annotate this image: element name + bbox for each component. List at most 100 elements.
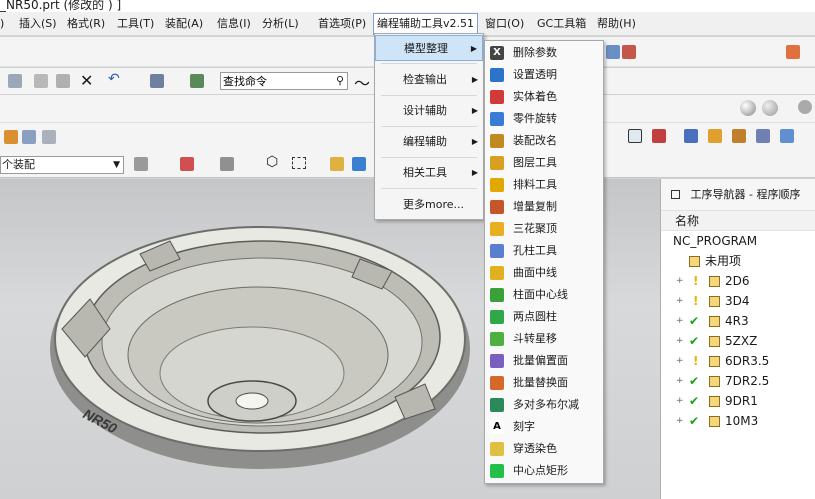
assembly-tool-3-icon[interactable] <box>42 130 56 144</box>
tree-row[interactable]: + ✔ 10M3 <box>661 411 815 431</box>
submenu-item[interactable]: 排料工具 <box>485 174 603 196</box>
program-folder-icon <box>709 316 720 327</box>
command-search[interactable]: ⚲ <box>220 72 348 90</box>
dropdown-item[interactable]: 检查输出 ▶ <box>375 67 483 93</box>
tree-row[interactable]: + ✔ 7DR2.5 <box>661 371 815 391</box>
dropdown-item[interactable]: 编程辅助 ▶ <box>375 129 483 155</box>
dropdown-item[interactable]: 设计辅助 ▶ <box>375 98 483 124</box>
wcs-icon[interactable] <box>628 129 642 143</box>
csys-icon[interactable] <box>684 129 698 143</box>
submenu-item[interactable]: 三花聚顶 <box>485 218 603 240</box>
command-search-input[interactable] <box>221 73 329 89</box>
submenu-item[interactable]: 装配改名 <box>485 130 603 152</box>
hexagon-icon[interactable]: ⬡ <box>266 154 278 170</box>
submenu-item[interactable]: 中心点矩形 <box>485 460 603 482</box>
move-component-icon[interactable] <box>220 157 234 171</box>
menu-item-preferences[interactable]: 首选项(P) <box>318 16 366 32</box>
submenu-item-label: 增量复制 <box>513 200 557 213</box>
tree-row[interactable]: +! 2D6 <box>661 271 815 291</box>
paste-icon[interactable] <box>56 74 70 88</box>
menu-item-window[interactable]: 窗口(O) <box>485 16 524 32</box>
shaded-icon[interactable] <box>330 157 344 171</box>
tree-row[interactable]: + ✔ 4R3 <box>661 311 815 331</box>
assembly-tool-1-icon[interactable] <box>4 130 18 144</box>
expand-icon[interactable]: + <box>676 271 684 291</box>
expand-icon[interactable]: + <box>676 311 684 331</box>
column-header-name[interactable]: 名称 <box>661 211 815 231</box>
constraint-icon[interactable] <box>134 157 148 171</box>
render-sphere-icon[interactable] <box>762 100 778 116</box>
tree-row[interactable]: + ✔ 5ZXZ <box>661 331 815 351</box>
submenu-item[interactable]: 增量复制 <box>485 196 603 218</box>
submenu-item[interactable]: 批量替换面 <box>485 372 603 394</box>
menu-item-tools[interactable]: 工具(T) <box>117 16 154 32</box>
menu-item-info[interactable]: 信息(I) <box>217 16 251 32</box>
filter-icon[interactable] <box>780 129 794 143</box>
selection-filter-icon[interactable] <box>150 74 164 88</box>
view-tool-icon[interactable] <box>652 129 666 143</box>
menu-item-assembly[interactable]: 装配(A) <box>165 16 203 32</box>
dropdown-item[interactable]: 相关工具 ▶ <box>375 160 483 186</box>
dropdown-item-label: 检查输出 <box>403 73 447 86</box>
maximize-icon[interactable] <box>671 190 680 199</box>
tree-row[interactable]: + ✔ 9DR1 <box>661 391 815 411</box>
tree-row[interactable]: 未用项 <box>661 251 815 271</box>
submenu-item[interactable]: 多对多布尔减 <box>485 394 603 416</box>
submenu-item-label: 斗转星移 <box>513 332 557 345</box>
magnifier-icon[interactable]: ⚲ <box>336 74 344 87</box>
expand-icon[interactable]: + <box>676 331 684 351</box>
assembly-tool-2-icon[interactable] <box>22 130 36 144</box>
shading-sphere-icon[interactable] <box>740 100 756 116</box>
box-select-icon[interactable] <box>292 157 306 169</box>
expand-icon[interactable]: + <box>676 411 684 431</box>
layout-icon[interactable] <box>786 45 800 59</box>
undo-icon[interactable]: ↶ <box>108 71 120 87</box>
cut-icon[interactable] <box>8 74 22 88</box>
tree-row[interactable]: +! 3D4 <box>661 291 815 311</box>
expand-icon[interactable]: + <box>676 351 684 371</box>
select-icon[interactable] <box>190 74 204 88</box>
delete-icon[interactable]: ✕ <box>80 71 93 90</box>
batch-replace-icon <box>490 376 504 390</box>
snap-icon[interactable] <box>756 129 770 143</box>
menu-item-analysis[interactable]: 分析(L) <box>262 16 299 32</box>
submenu-item[interactable]: 孔柱工具 <box>485 240 603 262</box>
submenu-item[interactable]: X 删除参数 <box>485 42 603 64</box>
menu-item-format[interactable]: 格式(R) <box>67 16 105 32</box>
submenu-item[interactable]: 两点圆柱 <box>485 306 603 328</box>
dropdown-item[interactable]: 模型整理 ▶ <box>375 35 483 61</box>
submenu-item[interactable]: 柱面中心线 <box>485 284 603 306</box>
add-component-icon[interactable] <box>180 157 194 171</box>
submenu-item[interactable]: 零件旋转 <box>485 108 603 130</box>
curve-icon[interactable]: 〜 <box>354 70 370 94</box>
menu-item-help[interactable]: 帮助(H) <box>597 16 636 32</box>
expand-icon[interactable]: + <box>676 291 684 311</box>
chevron-down-icon[interactable]: ▼ <box>113 157 120 173</box>
toolbar-icon-a[interactable] <box>606 45 620 59</box>
submenu-item[interactable]: 穿透染色 <box>485 438 603 460</box>
tree-row[interactable]: +! 6DR3.5 <box>661 351 815 371</box>
menu-item-prev[interactable]: ) <box>0 16 4 32</box>
background-sphere-icon[interactable] <box>798 100 812 114</box>
submenu-item[interactable]: 设置透明 <box>485 64 603 86</box>
assembly-selector[interactable]: 个装配 ▼ <box>0 156 124 174</box>
expand-icon[interactable]: + <box>676 391 684 411</box>
measure-icon[interactable] <box>732 129 746 143</box>
dropdown-item[interactable]: 更多more... <box>375 192 483 218</box>
submenu-item[interactable]: 曲面中线 <box>485 262 603 284</box>
menu-item-insert[interactable]: 插入(S) <box>19 16 57 32</box>
menu-item-gc-toolbox[interactable]: GC工具箱 <box>537 16 586 32</box>
submenu-item[interactable]: 图层工具 <box>485 152 603 174</box>
checkmark-icon: ✔ <box>689 314 700 328</box>
submenu-item[interactable]: A 刻字 <box>485 416 603 438</box>
toolbar-icon-b[interactable] <box>622 45 636 59</box>
shaded-edges-icon[interactable] <box>352 157 366 171</box>
copy-tool-icon[interactable] <box>34 74 48 88</box>
tree-root[interactable]: NC_PROGRAM <box>661 231 815 251</box>
point-icon[interactable] <box>708 129 722 143</box>
menu-item-programming-aid[interactable]: 编程辅助工具v2.51 <box>373 13 479 35</box>
submenu-item[interactable]: 斗转星移 <box>485 328 603 350</box>
submenu-item[interactable]: 批量偏置面 <box>485 350 603 372</box>
expand-icon[interactable]: + <box>676 371 684 391</box>
submenu-item[interactable]: 实体着色 <box>485 86 603 108</box>
